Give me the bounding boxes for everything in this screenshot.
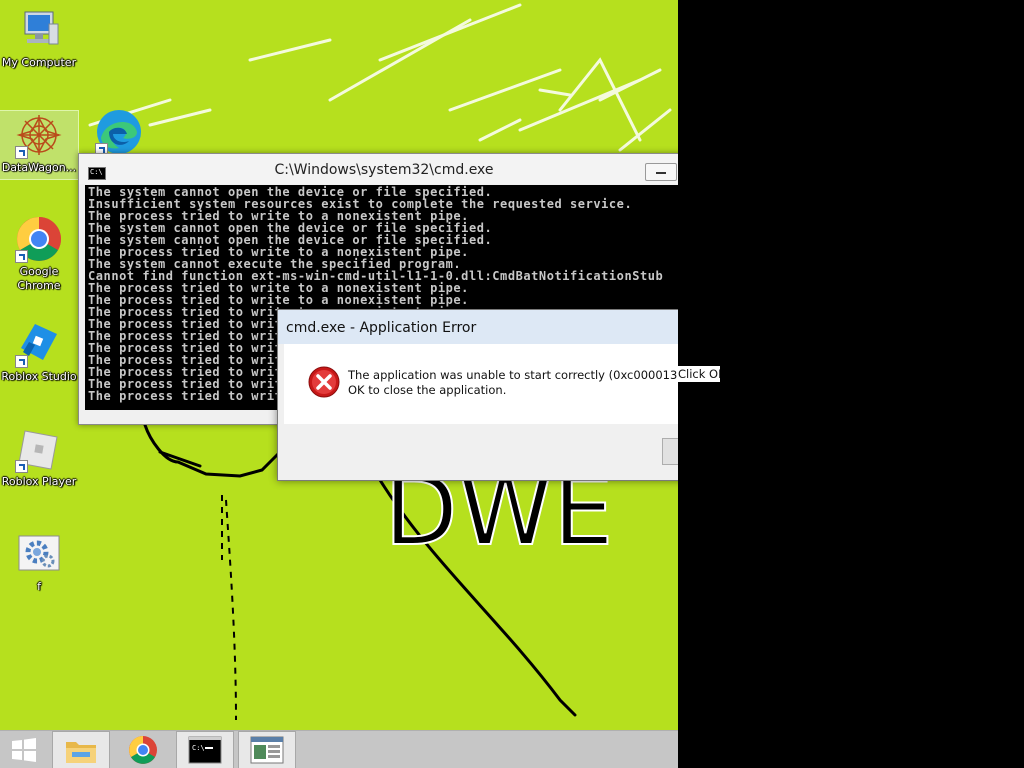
shortcut-arrow-icon bbox=[15, 355, 28, 368]
error-message-overflow: Click OK bbox=[678, 366, 720, 382]
desktop-icon-roblox-studio[interactable]: Roblox Studio bbox=[0, 320, 78, 384]
shortcut-arrow-icon bbox=[15, 460, 28, 473]
shortcut-arrow-icon bbox=[15, 250, 28, 263]
taskbar-cmd[interactable]: C:\ bbox=[176, 731, 234, 768]
desktop-icon-my-computer[interactable]: My Computer bbox=[0, 6, 78, 70]
window-icon bbox=[250, 736, 284, 764]
error-icon bbox=[308, 366, 340, 398]
error-dialog-footer: OK bbox=[284, 424, 678, 480]
cmd-icon: C:\ bbox=[188, 736, 222, 764]
desktop-icon-datawagon[interactable]: DataWagon... bbox=[0, 110, 79, 180]
cmd-window-title: C:\Windows\system32\cmd.exe bbox=[274, 162, 494, 178]
chrome-icon bbox=[15, 215, 63, 263]
error-dialog-titlebar[interactable]: cmd.exe - Application Error bbox=[278, 310, 678, 344]
cmd-titlebar[interactable]: C:\ C:\Windows\system32\cmd.exe bbox=[79, 154, 678, 184]
error-message: The application was unable to start corr… bbox=[348, 368, 678, 397]
chrome-icon bbox=[129, 736, 157, 764]
desktop-icon-label: My Computer bbox=[1, 56, 77, 69]
edge-icon bbox=[95, 108, 143, 156]
desktop-icon-edge[interactable] bbox=[80, 108, 158, 158]
ok-button[interactable]: OK bbox=[662, 438, 678, 465]
shortcut-arrow-icon bbox=[15, 146, 28, 159]
application-error-dialog[interactable]: cmd.exe - Application Error The applicat… bbox=[277, 309, 678, 481]
desktop-icon-google-chrome[interactable]: Google Chrome bbox=[0, 215, 78, 293]
desktop-icon-f[interactable]: f bbox=[0, 530, 78, 594]
roblox-player-icon bbox=[15, 425, 63, 473]
taskbar-chrome[interactable] bbox=[115, 731, 171, 768]
computer-icon bbox=[15, 6, 63, 54]
desktop-icon-label: f bbox=[37, 580, 41, 593]
desktop-icon-label: Roblox Studio bbox=[1, 370, 77, 383]
desktop-icon-label: DataWagon... bbox=[1, 161, 77, 174]
taskbar: C:\ bbox=[0, 730, 678, 768]
taskbar-app-window[interactable] bbox=[238, 731, 296, 768]
taskbar-file-explorer[interactable] bbox=[52, 731, 110, 768]
minimize-button[interactable] bbox=[645, 163, 677, 181]
error-dialog-body: The application was unable to start corr… bbox=[284, 344, 678, 424]
error-dialog-title: cmd.exe - Application Error bbox=[286, 320, 477, 336]
desktop-icon-label: Roblox Player bbox=[1, 475, 77, 488]
desktop-icon-label: Google Chrome bbox=[17, 265, 61, 292]
desktop-icon-roblox-player[interactable]: Roblox Player bbox=[0, 425, 78, 489]
start-button[interactable] bbox=[0, 731, 48, 768]
settings-gear-icon bbox=[15, 530, 63, 578]
desktop-screen: DWE My Computer DataWagon... Google Chro… bbox=[0, 0, 678, 768]
roblox-studio-icon bbox=[15, 320, 63, 368]
datawagon-icon bbox=[15, 111, 63, 159]
windows-logo-icon bbox=[12, 738, 36, 762]
svg-text:C:\: C:\ bbox=[192, 744, 205, 752]
folder-icon bbox=[66, 742, 96, 763]
